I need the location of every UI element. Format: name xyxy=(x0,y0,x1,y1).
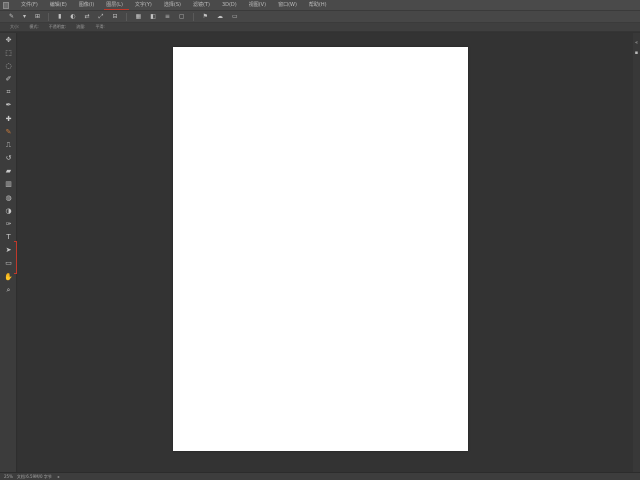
menu-item[interactable]: 选择(S) xyxy=(164,0,181,11)
option-button[interactable]: ☁ xyxy=(217,12,223,21)
option-icon: ▢ xyxy=(178,13,185,20)
option-button[interactable]: ⤢ xyxy=(99,12,104,21)
option-icon: ⤢ xyxy=(98,13,104,20)
option-icon: ⊟ xyxy=(112,13,118,20)
option-button[interactable]: ▾ xyxy=(23,12,26,21)
zoom-tool-icon[interactable]: ⌕ xyxy=(3,286,14,295)
gradient-tool-icon[interactable]: ▥ xyxy=(3,180,14,189)
document-canvas[interactable] xyxy=(173,47,468,451)
option-button[interactable]: ▮ xyxy=(58,12,61,21)
document-info: 文档:6.59M/0 字节 xyxy=(16,473,52,479)
move-tool-icon[interactable]: ✥ xyxy=(3,36,14,45)
menu-item[interactable]: 窗口(W) xyxy=(278,0,297,11)
active-tool-highlight xyxy=(14,241,17,274)
dodge-tool-icon[interactable]: ◑ xyxy=(3,207,14,216)
options-separator xyxy=(125,12,127,21)
tools-panel: ✥ ⬚ ◌ ✐ ⌗ ✒ ✚ ✎ ⎍ ↺ ▰ ▥ ◍ ◑ ✑ T ➤ ▭ ✋ ⌕ xyxy=(0,33,17,472)
blur-tool-icon[interactable]: ◍ xyxy=(3,194,14,203)
zoom-level[interactable]: 25% xyxy=(4,474,13,479)
option-icon: ⊞ xyxy=(35,13,41,20)
option-icon: ▾ xyxy=(23,13,27,20)
option-button[interactable]: ▭ xyxy=(232,12,238,21)
menu-item[interactable]: 文字(Y) xyxy=(135,0,152,11)
option-field-label[interactable]: 流量: xyxy=(76,24,85,30)
option-icon: ◐ xyxy=(70,13,76,20)
type-tool-icon[interactable]: T xyxy=(3,233,14,242)
option-icon: ◧ xyxy=(150,13,156,20)
eyedropper-tool-icon[interactable]: ✒ xyxy=(3,101,14,110)
lasso-tool-icon[interactable]: ◌ xyxy=(3,62,14,71)
option-icon: ▮ xyxy=(58,13,62,20)
option-icon: ▭ xyxy=(231,13,238,20)
option-button[interactable]: ≡ xyxy=(165,12,170,21)
option-button[interactable]: ◐ xyxy=(70,12,75,21)
option-button[interactable]: ▢ xyxy=(179,12,185,21)
options-bar: ✎ ▾ ⊞ ▮ ◐ ⇄ ⤢ ⊟ ▦ ◧ ≡ ▢ ⚑ ☁ ▭ xyxy=(0,11,640,23)
menu-bar: 文件(F) 编辑(E) 图像(I) 图层(L) 文字(Y) 选择(S) 滤镜(T) 3D(D)… xyxy=(0,0,640,11)
status-bar: 25% 文档:6.59M/0 字节 ▸ xyxy=(0,472,640,480)
menu-item[interactable]: 图层(L) xyxy=(104,0,129,11)
option-button[interactable]: ⊞ xyxy=(35,12,40,21)
option-icon: ≡ xyxy=(164,13,170,20)
shape-tool-icon[interactable]: ▭ xyxy=(3,259,14,268)
panel-collapse-strip: « ▪ xyxy=(633,33,640,472)
option-icon: ☁ xyxy=(216,13,223,20)
option-field-label[interactable]: 不透明度: xyxy=(49,24,66,30)
option-icon: ✎ xyxy=(9,13,15,20)
option-button[interactable]: ✎ xyxy=(9,12,14,21)
pen-tool-icon[interactable]: ✑ xyxy=(3,220,14,229)
hand-tool-icon[interactable]: ✋ xyxy=(3,273,14,282)
menu-item[interactable]: 帮助(H) xyxy=(309,0,327,11)
eraser-tool-icon[interactable]: ▰ xyxy=(3,167,14,176)
history-brush-tool-icon[interactable]: ↺ xyxy=(3,154,14,163)
options-bar-secondary: 大小: 模式: 不透明度: 流量: 平滑: xyxy=(0,23,640,32)
option-button[interactable]: ⇄ xyxy=(85,12,90,21)
panel-icon[interactable]: ▪ xyxy=(634,51,639,56)
option-button[interactable]: ◧ xyxy=(150,12,156,21)
options-separator xyxy=(48,12,50,21)
status-menu-arrow-icon[interactable]: ▸ xyxy=(58,474,60,479)
option-button[interactable]: ⊟ xyxy=(112,12,117,21)
option-field-label[interactable]: 大小: xyxy=(10,24,19,30)
menu-items: 文件(F) 编辑(E) 图像(I) 图层(L) 文字(Y) 选择(S) 滤镜(T) 3D(D)… xyxy=(9,0,327,11)
healing-tool-icon[interactable]: ✚ xyxy=(3,115,14,124)
crop-tool-icon[interactable]: ⌗ xyxy=(3,88,14,97)
menu-item[interactable]: 文件(F) xyxy=(21,0,38,11)
menu-item[interactable]: 滤镜(T) xyxy=(193,0,210,11)
options-separator xyxy=(192,12,194,21)
menu-item[interactable]: 视图(V) xyxy=(249,0,266,11)
expand-panels-icon[interactable]: « xyxy=(634,41,639,46)
path-select-tool-icon[interactable]: ➤ xyxy=(3,246,14,255)
option-icon: ⚑ xyxy=(202,13,208,20)
menu-item[interactable]: 3D(D) xyxy=(222,0,237,11)
menu-item[interactable]: 编辑(E) xyxy=(50,0,67,11)
option-icon: ⇄ xyxy=(84,13,90,20)
brush-tool-icon[interactable]: ✎ xyxy=(3,128,14,137)
quick-select-tool-icon[interactable]: ✐ xyxy=(3,75,14,84)
clone-stamp-tool-icon[interactable]: ⎍ xyxy=(3,141,14,150)
option-icon: ▦ xyxy=(135,13,142,20)
marquee-tool-icon[interactable]: ⬚ xyxy=(3,49,14,58)
option-button[interactable]: ⚑ xyxy=(203,12,208,21)
menu-item[interactable]: 图像(I) xyxy=(79,0,94,11)
option-field-label[interactable]: 模式: xyxy=(29,24,38,30)
option-button[interactable]: ▦ xyxy=(136,12,142,21)
option-field-label[interactable]: 平滑: xyxy=(95,24,104,30)
